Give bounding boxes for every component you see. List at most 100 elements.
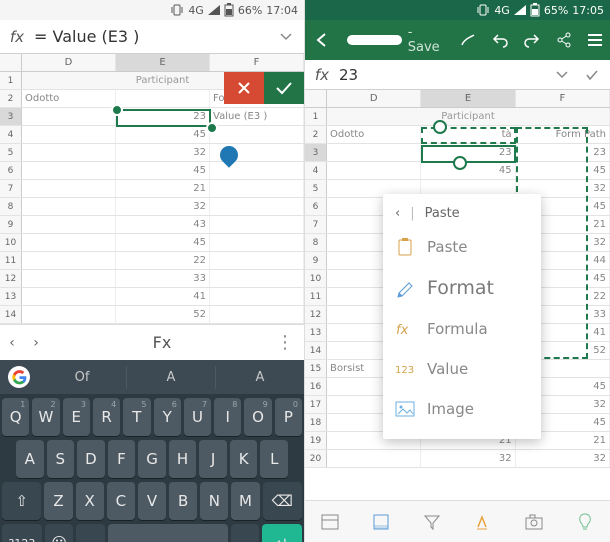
table-row[interactable]: 323Value (E3 ) xyxy=(0,108,304,126)
draw-icon[interactable] xyxy=(459,31,477,49)
chevron-down-icon[interactable] xyxy=(550,71,574,79)
key[interactable]: N xyxy=(200,482,228,520)
key[interactable]: V xyxy=(138,482,166,520)
key[interactable]: B xyxy=(169,482,197,520)
key[interactable]: T5 xyxy=(123,398,150,436)
col-header[interactable]: D xyxy=(327,90,421,107)
col-header[interactable]: E xyxy=(116,54,210,71)
accept-button[interactable] xyxy=(264,72,304,104)
period-key[interactable]: . xyxy=(231,524,260,542)
chevron-down-icon[interactable] xyxy=(274,33,298,41)
col-header[interactable]: E xyxy=(421,90,515,107)
google-icon[interactable] xyxy=(8,366,30,388)
key[interactable]: C xyxy=(107,482,135,520)
table-row[interactable]: 532 xyxy=(0,144,304,162)
highlight-icon[interactable] xyxy=(470,509,496,535)
autosum-icon[interactable] xyxy=(368,509,394,535)
key[interactable]: W2 xyxy=(32,398,59,436)
key[interactable]: Y6 xyxy=(154,398,181,436)
paste-option[interactable]: fxFormula xyxy=(383,309,541,349)
key[interactable]: E3 xyxy=(63,398,90,436)
paste-menu: ‹ | Paste PasteFormatfxFormula123ValueIm… xyxy=(383,194,541,439)
paste-option[interactable]: Format xyxy=(383,267,541,309)
more-icon[interactable]: ⋮ xyxy=(276,332,304,353)
enter-key[interactable]: ↵ xyxy=(262,524,302,542)
selection-handle[interactable] xyxy=(206,122,218,134)
key[interactable]: J xyxy=(199,440,227,478)
key[interactable]: L xyxy=(260,440,288,478)
key[interactable]: Z xyxy=(44,482,72,520)
space-key[interactable] xyxy=(108,524,228,542)
key[interactable]: I8 xyxy=(214,398,241,436)
ideas-icon[interactable] xyxy=(572,509,598,535)
backspace-key[interactable]: ⌫ xyxy=(263,482,302,520)
table-row[interactable]: 721 xyxy=(0,180,304,198)
key[interactable]: U7 xyxy=(184,398,211,436)
spreadsheet[interactable]: D E F 1Participant2OdottoForm Path323Val… xyxy=(0,54,304,324)
key[interactable]: Q1 xyxy=(2,398,29,436)
keyboard[interactable]: Q1W2E3R4T5Y6U7I8O9P0 ASDFGHJKL ⇧ ZXCVBNM… xyxy=(0,394,304,542)
col-header[interactable]: F xyxy=(210,54,304,71)
shift-key[interactable]: ⇧ xyxy=(2,482,41,520)
table-row[interactable]: 1233 xyxy=(0,270,304,288)
suggestion[interactable]: A xyxy=(216,366,304,389)
back-chevron-icon[interactable]: ‹ xyxy=(395,206,400,221)
paste-option[interactable]: 123Value xyxy=(383,349,541,389)
menu-icon[interactable] xyxy=(587,33,603,47)
table-row[interactable]: 943 xyxy=(0,216,304,234)
arrow-left-icon[interactable]: ‹ xyxy=(0,335,24,351)
network-icon: 4G xyxy=(494,4,510,17)
value-icon: 123 xyxy=(395,359,415,379)
commit-icon[interactable] xyxy=(580,69,604,81)
paste-option[interactable]: Paste xyxy=(383,227,541,267)
suggestion[interactable]: A xyxy=(127,366,216,389)
formula-input[interactable]: 23 xyxy=(339,66,544,84)
table-row[interactable]: 445 xyxy=(0,126,304,144)
table-row[interactable]: 203232 xyxy=(305,450,610,468)
formula-bar[interactable]: fx 23 xyxy=(305,60,610,90)
key[interactable]: M xyxy=(231,482,259,520)
key[interactable]: D xyxy=(77,440,105,478)
selection-handle[interactable] xyxy=(433,120,447,134)
key[interactable]: O9 xyxy=(244,398,271,436)
emoji-key[interactable]: ☺ xyxy=(45,524,74,542)
numbers-key[interactable]: ?123 xyxy=(2,524,42,542)
table-row[interactable]: 645 xyxy=(0,162,304,180)
key[interactable]: P0 xyxy=(275,398,302,436)
share-icon[interactable] xyxy=(555,31,573,49)
key[interactable]: F xyxy=(108,440,136,478)
key[interactable]: G xyxy=(138,440,166,478)
col-header[interactable]: F xyxy=(516,90,610,107)
paste-option[interactable]: Image xyxy=(383,389,541,429)
table-row[interactable]: 1341 xyxy=(0,288,304,306)
col-header[interactable]: D xyxy=(22,54,116,71)
selection-handle[interactable] xyxy=(111,104,123,116)
redo-icon[interactable] xyxy=(523,32,541,48)
key[interactable]: R4 xyxy=(93,398,120,436)
selection-handle[interactable] xyxy=(453,156,467,170)
key[interactable]: A xyxy=(16,440,44,478)
formula-bar[interactable]: fx = Value (E3 ) xyxy=(0,20,304,54)
key[interactable]: H xyxy=(169,440,197,478)
table-row[interactable]: 1045 xyxy=(0,234,304,252)
back-icon[interactable] xyxy=(313,31,331,49)
key[interactable]: S xyxy=(47,440,75,478)
table-row[interactable]: 1122 xyxy=(0,252,304,270)
arrow-right-icon[interactable]: › xyxy=(24,335,48,351)
key[interactable]: K xyxy=(230,440,258,478)
table-row[interactable]: 2OdottotàForm Path xyxy=(305,126,610,144)
formula-input[interactable]: = Value (E3 ) xyxy=(34,27,268,46)
camera-icon[interactable] xyxy=(521,509,547,535)
cancel-button[interactable] xyxy=(224,72,264,104)
undo-icon[interactable] xyxy=(491,32,509,48)
comma-key[interactable]: , xyxy=(76,524,105,542)
table-row[interactable]: 1452 xyxy=(0,306,304,324)
suggestion[interactable]: Of xyxy=(38,366,127,389)
filter-icon[interactable] xyxy=(419,509,445,535)
svg-text:fx: fx xyxy=(396,323,409,338)
fx-button[interactable]: Fx xyxy=(153,333,172,352)
network-icon: 4G xyxy=(188,4,204,17)
sheet-icon[interactable] xyxy=(317,509,343,535)
key[interactable]: X xyxy=(76,482,104,520)
table-row[interactable]: 832 xyxy=(0,198,304,216)
